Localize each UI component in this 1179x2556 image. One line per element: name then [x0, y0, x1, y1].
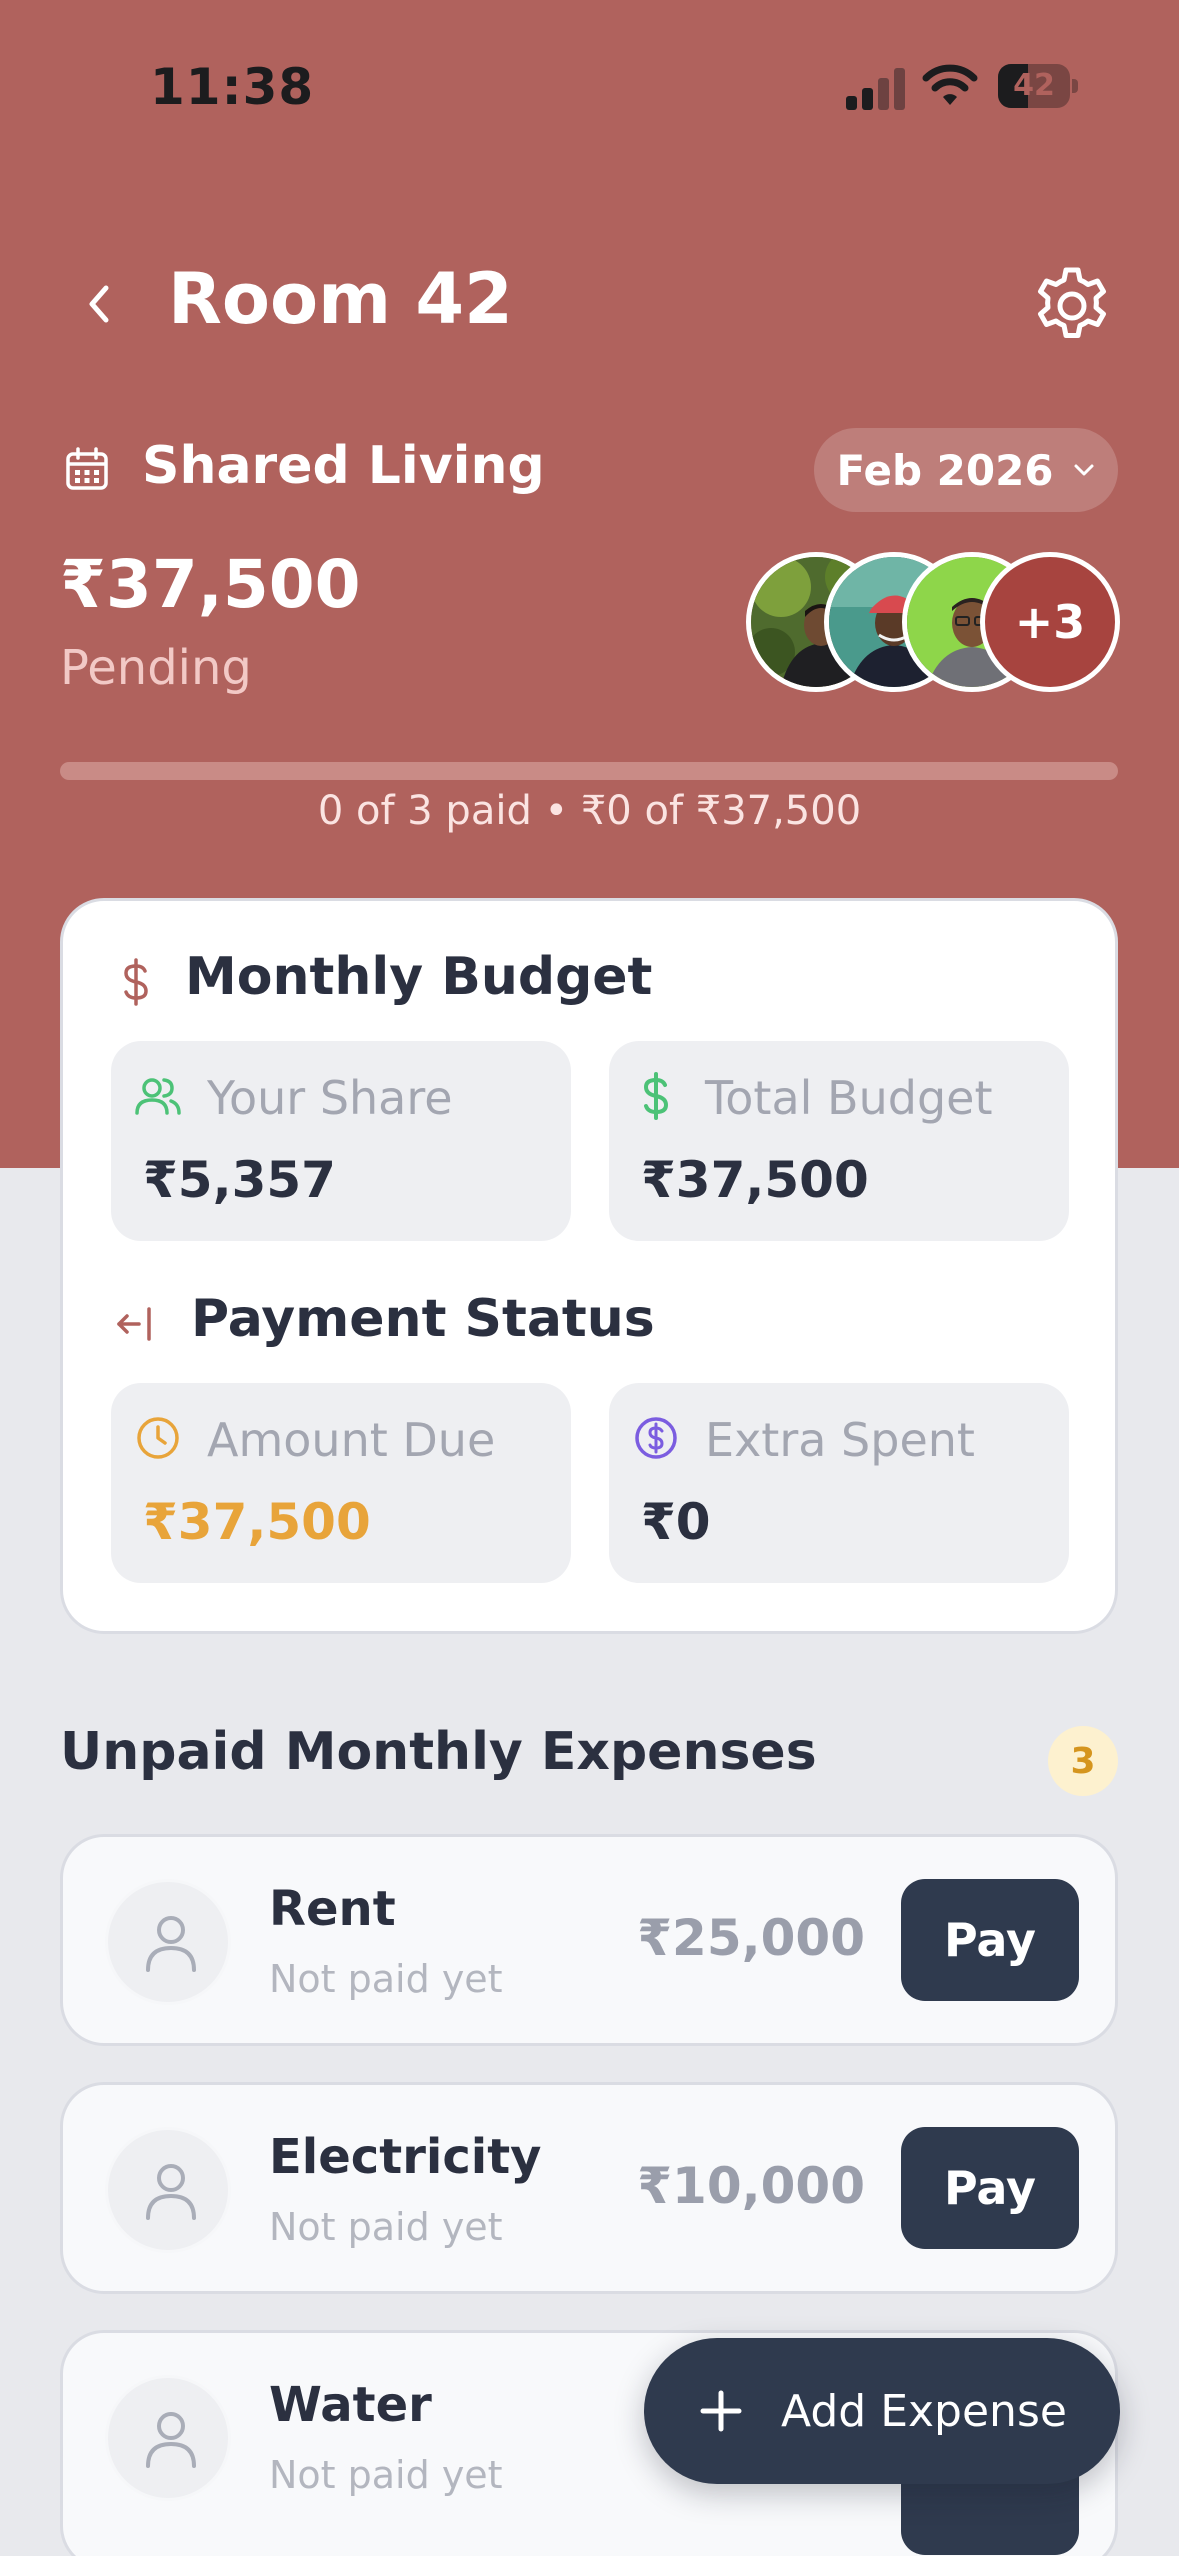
cellular-signal-icon: [846, 68, 906, 110]
extra-spent-label: Extra Spent: [705, 1413, 975, 1467]
dollar-circle-icon: [635, 1417, 677, 1459]
status-time: 11:38: [150, 58, 315, 116]
expense-status: Not paid yet: [269, 1957, 503, 2001]
expense-name: Electricity: [269, 2129, 542, 2185]
group-type: Shared Living: [142, 436, 545, 496]
expense-status: Not paid yet: [269, 2453, 503, 2497]
more-members-badge: +3: [980, 552, 1120, 692]
expense-status: Not paid yet: [269, 2205, 503, 2249]
total-budget-label: Total Budget: [705, 1071, 993, 1125]
list-item[interactable]: Electricity Not paid yet ₹10,000 Pay: [60, 2082, 1118, 2294]
payment-progress-text: 0 of 3 paid • ₹0 of ₹37,500: [317, 788, 862, 834]
payment-status-title: Payment Status: [191, 1289, 655, 1349]
unpaid-count-badge: 3: [1048, 1726, 1118, 1796]
add-expense-label: Add Expense: [781, 2385, 1067, 2437]
avatar: [105, 2375, 231, 2501]
add-expense-button[interactable]: Add Expense: [644, 2338, 1120, 2484]
calendar-icon: [66, 447, 108, 490]
pending-label: Pending: [60, 640, 252, 696]
user-icon: [146, 1916, 196, 1972]
expense-name: Rent: [269, 1881, 396, 1937]
budget-card: Monthly Budget Your Share ₹5,357 Total B…: [60, 898, 1118, 1634]
back-chevron-icon[interactable]: [74, 272, 124, 336]
users-icon: [135, 1078, 181, 1115]
total-budget-tile: Total Budget ₹37,500: [609, 1041, 1069, 1241]
month-selector[interactable]: Feb 2026: [814, 428, 1118, 512]
avatar: [105, 2127, 231, 2253]
chevron-down-icon: [1074, 464, 1094, 476]
extra-spent-tile: Extra Spent ₹0: [609, 1383, 1069, 1583]
amount-due-tile: Amount Due ₹37,500: [111, 1383, 571, 1583]
page-title: Room 42: [168, 258, 513, 340]
your-share-value: ₹5,357: [143, 1151, 336, 1209]
settings-gear-icon[interactable]: [1030, 264, 1114, 348]
wifi-icon: [922, 64, 978, 105]
payment-progress-bar: [60, 762, 1118, 780]
unpaid-expenses-title: Unpaid Monthly Expenses: [60, 1722, 817, 1782]
list-item[interactable]: Rent Not paid yet ₹25,000 Pay: [60, 1834, 1118, 2046]
user-icon: [146, 2164, 196, 2220]
pay-button[interactable]: Pay: [901, 2127, 1079, 2249]
battery-icon: 42: [998, 64, 1078, 108]
total-budget-value: ₹37,500: [641, 1151, 869, 1209]
dollar-icon: [643, 1072, 669, 1120]
arrow-left-to-line-icon: [117, 1307, 151, 1341]
your-share-label: Your Share: [207, 1071, 453, 1125]
dollar-icon: [124, 958, 148, 1006]
your-share-tile: Your Share ₹5,357: [111, 1041, 571, 1241]
month-selector-label: Feb 2026: [836, 445, 1054, 495]
expense-name: Water: [269, 2377, 432, 2433]
member-avatars[interactable]: +3: [746, 552, 1120, 692]
clock-icon: [137, 1417, 179, 1459]
user-icon: [146, 2412, 196, 2468]
expense-amount: ₹10,000: [637, 2157, 865, 2215]
monthly-budget-title: Monthly Budget: [185, 947, 653, 1007]
amount-due-label: Amount Due: [207, 1413, 496, 1467]
pay-button[interactable]: Pay: [901, 1879, 1079, 2001]
amount-due-value: ₹37,500: [143, 1493, 371, 1551]
expense-amount: ₹25,000: [637, 1909, 865, 1967]
extra-spent-value: ₹0: [641, 1493, 711, 1551]
plus-icon: [700, 2390, 742, 2432]
pending-amount: ₹37,500: [60, 546, 361, 623]
avatar: [105, 1879, 231, 2005]
battery-level: 42: [1013, 68, 1055, 103]
